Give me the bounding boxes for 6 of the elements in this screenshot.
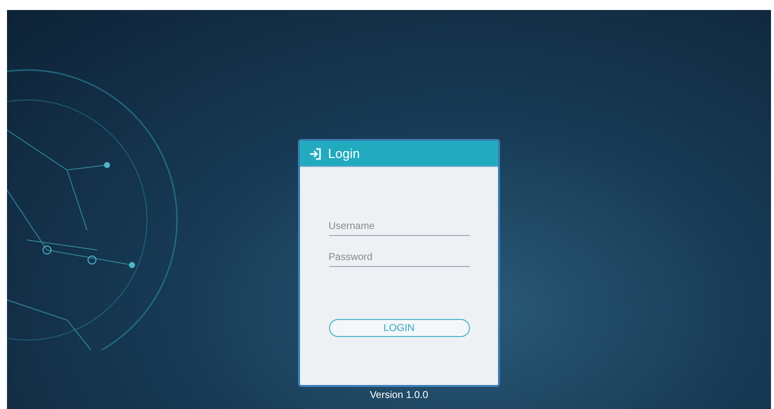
sign-in-icon [309, 148, 322, 160]
password-field[interactable]: Password [328, 250, 470, 267]
login-button[interactable]: LOGIN [328, 319, 470, 337]
card-title: Login [328, 146, 360, 161]
username-field[interactable]: Username [328, 219, 470, 236]
version-label: Version 1.0.0 [370, 390, 428, 401]
